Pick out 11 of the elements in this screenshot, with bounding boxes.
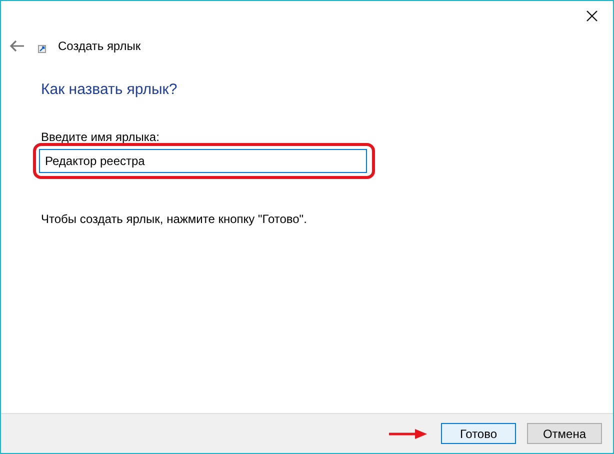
page-heading: Как назвать ярлык?	[41, 80, 178, 100]
back-icon[interactable]	[9, 39, 25, 53]
close-icon[interactable]	[585, 9, 599, 23]
window-title: Создать ярлык	[58, 38, 141, 55]
field-label: Введите имя ярлыка:	[41, 128, 160, 146]
shortcut-icon	[38, 45, 46, 53]
name-input-field[interactable]: Редактор реестра	[39, 148, 367, 172]
pointer-arrow	[389, 428, 427, 438]
finish-button[interactable]: Готово	[441, 423, 516, 444]
instruction-text: Чтобы создать ярлык, нажмите кнопку "Готово".	[41, 210, 308, 228]
cancel-button[interactable]: Отмена	[527, 423, 602, 444]
